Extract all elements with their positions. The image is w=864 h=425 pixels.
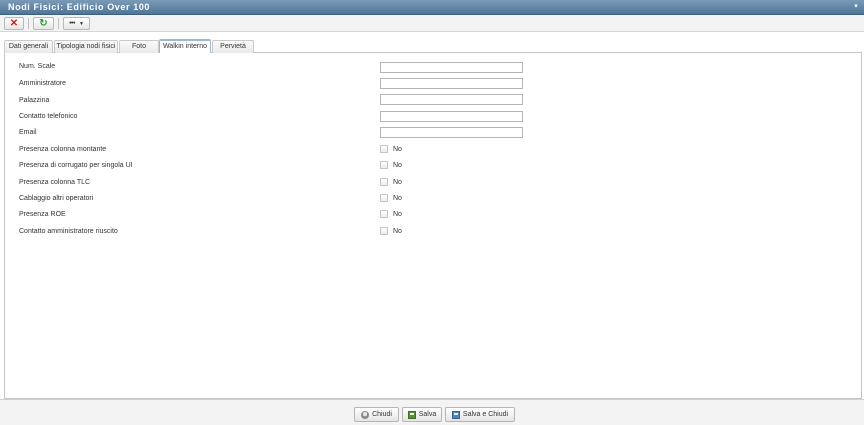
checkbox-state-text: No <box>393 228 402 235</box>
save-close-icon <box>451 410 460 419</box>
toolbar-separator <box>28 18 29 29</box>
tab-tipologia-nodi-fisici[interactable]: Tipologia nodi fisici <box>54 40 118 53</box>
num-scale-input[interactable] <box>380 62 523 73</box>
presenza-corrugato-checkbox[interactable] <box>380 161 388 169</box>
checkbox-state-text: No <box>393 195 402 202</box>
presenza-colonna-montante-checkbox[interactable] <box>380 145 388 153</box>
cablaggio-altri-operatori-checkbox[interactable] <box>380 194 388 202</box>
presenza-corrugato-label: Presenza di corrugato per singola UI <box>19 162 133 169</box>
palazzina-input[interactable] <box>380 94 523 105</box>
presenza-colonna-montante-label: Presenza colonna montante <box>19 146 107 153</box>
tab-label: Walkin interno <box>162 43 208 50</box>
toolbar: ✕ ↻ ••• ▼ <box>0 15 864 32</box>
tab-pervieta[interactable]: Pervietà <box>212 40 254 53</box>
footer-bar: ⊗ Chiudi Salva Salva e Chiudi <box>0 399 864 425</box>
checkbox-state-text: No <box>393 146 402 153</box>
contatto-telefonico-input[interactable] <box>380 111 523 122</box>
walkin-interno-form: Num. Scale Amministratore Palazzina Cont… <box>4 53 862 399</box>
toolbar-separator <box>58 18 59 29</box>
tab-strip: Dati generali Tipologia nodi fisici Foto… <box>4 39 862 54</box>
email-input[interactable] <box>380 127 523 138</box>
email-label: Email <box>19 129 37 136</box>
checkbox-state-text: No <box>393 162 402 169</box>
cablaggio-altri-operatori-label: Cablaggio altri operatori <box>19 195 94 202</box>
refresh-icon: ↻ <box>39 17 48 29</box>
save-button-label: Salva <box>418 411 437 418</box>
more-actions-dropdown[interactable]: ••• ▼ <box>63 17 90 30</box>
contatto-telefonico-label: Contatto telefonico <box>19 113 78 120</box>
tab-walkin-interno[interactable]: Walkin interno <box>159 39 211 54</box>
contatto-amministratore-checkbox[interactable] <box>380 227 388 235</box>
presenza-colonna-tlc-label: Presenza colonna TLC <box>19 179 91 186</box>
delete-button[interactable]: ✕ <box>4 17 24 30</box>
save-and-close-button[interactable]: Salva e Chiudi <box>445 407 515 422</box>
tab-foto[interactable]: Foto <box>119 40 159 53</box>
presenza-roe-checkbox[interactable] <box>380 210 388 218</box>
window-title: Nodi Fisici: Edificio Over 100 <box>8 2 151 12</box>
window-title-bar: Nodi Fisici: Edificio Over 100 ▾ <box>0 0 864 15</box>
chevron-down-icon: ▼ <box>78 20 84 27</box>
tab-label: Pervietà <box>220 43 246 50</box>
checkbox-state-text: No <box>393 179 402 186</box>
collapse-icon[interactable]: ▾ <box>851 3 861 11</box>
close-button[interactable]: ⊗ Chiudi <box>354 407 399 422</box>
contatto-amministratore-label: Contatto amministratore riuscito <box>19 228 118 235</box>
save-and-close-button-label: Salva e Chiudi <box>462 411 509 418</box>
close-x-icon: ✕ <box>9 17 19 29</box>
num-scale-label: Num. Scale <box>19 63 56 70</box>
tab-label: Foto <box>131 43 146 50</box>
presenza-roe-label: Presenza ROE <box>19 211 66 218</box>
checkbox-state-text: No <box>393 211 402 218</box>
refresh-button[interactable]: ↻ <box>33 17 54 30</box>
close-circle-icon: ⊗ <box>361 410 370 419</box>
save-icon <box>407 410 416 419</box>
tab-label: Tipologia nodi fisici <box>56 43 116 50</box>
tab-dati-generali[interactable]: Dati generali <box>4 40 53 53</box>
more-dots-icon: ••• <box>69 19 75 27</box>
close-button-label: Chiudi <box>372 411 392 418</box>
palazzina-label: Palazzina <box>19 97 50 104</box>
amministratore-input[interactable] <box>380 78 523 89</box>
presenza-colonna-tlc-checkbox[interactable] <box>380 178 388 186</box>
save-button[interactable]: Salva <box>402 407 442 422</box>
tab-label: Dati generali <box>8 43 49 50</box>
amministratore-label: Amministratore <box>19 80 67 87</box>
